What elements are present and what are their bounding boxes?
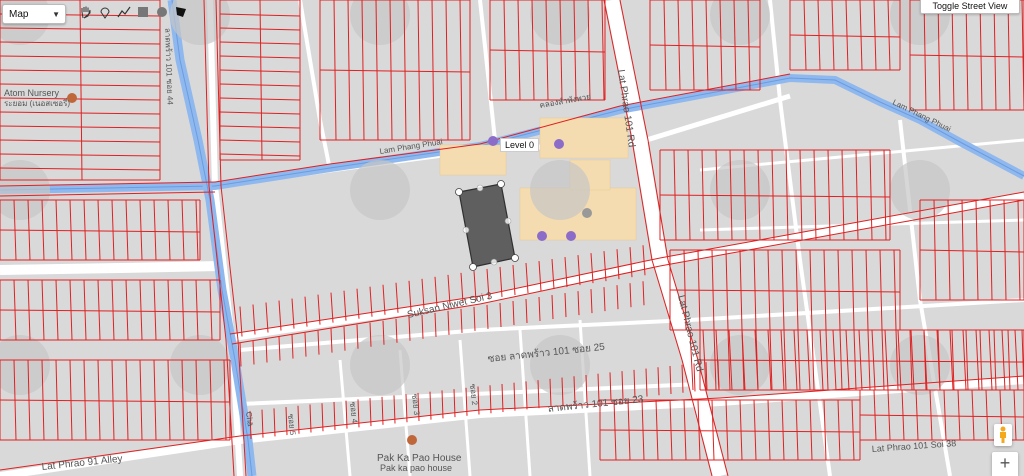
atom-nursery-label: Atom Nursery [4,88,60,98]
marker-icon[interactable] [97,4,113,20]
polygon-icon[interactable] [173,4,189,20]
restaurant-poi-icon[interactable] [407,435,417,445]
polygon-midpoint-handle[interactable] [476,184,484,192]
info-poi-icon [537,231,547,241]
polygon-vertex-handle[interactable] [469,263,477,271]
polygon-vertex-handle[interactable] [497,180,505,188]
pan-hand-icon[interactable] [78,4,94,20]
polygon-vertex-handle[interactable] [511,254,519,262]
polygon-midpoint-handle[interactable] [504,217,512,225]
poi-icon [554,139,564,149]
polygon-midpoint-handle[interactable] [462,226,470,234]
shop-poi-icon [582,208,592,218]
map-canvas[interactable]: Atom Nursery ระยอม (เนอสเซอรี่) Lam Phan… [0,0,1024,476]
drawing-toolbar [78,4,189,20]
rectangle-icon[interactable] [135,4,151,20]
accessible-poi-icon [566,231,576,241]
pegman-icon[interactable] [994,424,1012,446]
toggle-street-view-button[interactable]: Toggle Street View [920,0,1020,14]
poi-icon [488,136,498,146]
map-type-select[interactable]: Map ▼ [2,4,66,24]
polygon-vertex-handle[interactable] [455,188,463,196]
zoom-in-button[interactable]: + [992,452,1018,476]
atom-nursery-th-label: ระยอม (เนอสเซอรี่) [4,97,70,108]
pak-ka-pao-sub-label: Pak ka pao house [380,463,452,473]
circle-icon[interactable] [154,4,170,20]
chevron-down-icon: ▼ [52,10,60,19]
map-type-value: Map [9,9,29,20]
indoor-level-label: Level 0 [500,138,540,152]
polygon-midpoint-handle[interactable] [490,258,498,266]
polyline-icon[interactable] [116,4,132,20]
